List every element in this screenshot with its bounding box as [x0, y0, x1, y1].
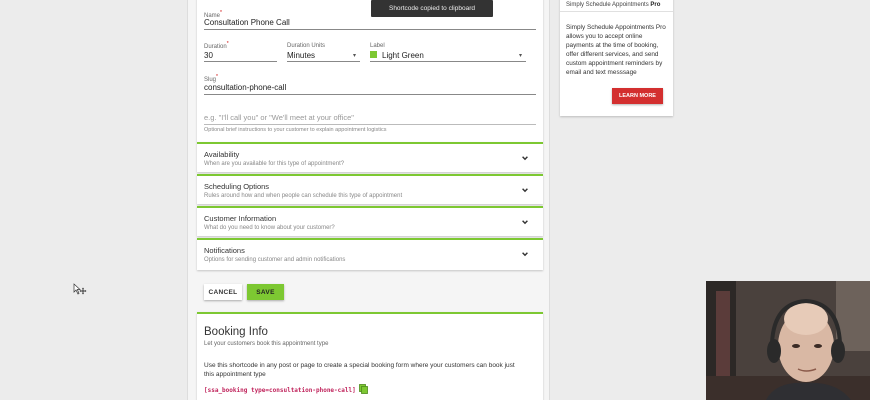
slug-underline — [204, 94, 536, 95]
accordion-subtitle: Rules around how and when people can sch… — [204, 193, 403, 199]
accordion-scheduling-options[interactable]: Scheduling Options Rules around how and … — [197, 174, 543, 204]
promo-body: Simply Schedule Appointments Pro allows … — [566, 24, 666, 76]
accordion-customer-information[interactable]: Customer Information What do you need to… — [197, 206, 543, 236]
duration-units-label: Duration Units — [287, 43, 326, 49]
promo-heading: Simply Schedule Appointments Pro — [566, 2, 661, 8]
webcam-overlay — [706, 281, 870, 400]
copy-icon[interactable] — [359, 384, 368, 394]
accordion-title: Availability — [204, 150, 240, 159]
chevron-down-icon[interactable] — [521, 154, 529, 162]
chevron-down-icon[interactable] — [521, 218, 529, 226]
accordion-subtitle: When are you available for this type of … — [204, 161, 345, 167]
booking-info-card: Booking Info Let your customers book thi… — [197, 312, 543, 400]
duration-units-select[interactable]: Minutes — [287, 51, 315, 60]
accordion-notifications[interactable]: Notifications Options for sending custom… — [197, 238, 543, 270]
accordion-title: Customer Information — [204, 214, 277, 223]
accordion-title: Scheduling Options — [204, 182, 270, 191]
pro-promo-card: Simply Schedule Appointments Pro Simply … — [560, 0, 673, 116]
accordion-title: Notifications — [204, 246, 245, 255]
duration-label: Duration* — [204, 41, 229, 50]
promo-divider — [560, 11, 673, 12]
booking-info-subtitle: Let your customers book this appointment… — [204, 341, 329, 347]
slug-input[interactable]: consultation-phone-call — [204, 83, 286, 92]
accordion-subtitle: What do you need to know about your cust… — [204, 225, 335, 231]
booking-info-title: Booking Info — [204, 326, 268, 338]
label-select[interactable]: Light Green — [382, 51, 424, 60]
name-underline — [204, 29, 536, 30]
toast-notification: Shortcode copied to clipboard — [371, 0, 493, 17]
learn-more-button[interactable]: LEARN MORE — [612, 88, 663, 104]
move-cursor-icon — [73, 283, 87, 295]
label-label: Label — [370, 43, 385, 49]
booking-info-description: Use this shortcode in any post or page t… — [204, 362, 515, 378]
chevron-down-icon[interactable]: ▾ — [519, 52, 522, 59]
appointment-type-form: Name* Consultation Phone Call Duration* … — [197, 0, 543, 142]
label-color-swatch — [370, 51, 377, 58]
instructions-input[interactable]: e.g. "I'll call you" or "We'll meet at y… — [204, 113, 354, 122]
name-input[interactable]: Consultation Phone Call — [204, 18, 290, 27]
instructions-underline — [204, 124, 536, 125]
booking-shortcode[interactable]: [ssa_booking type=consultation-phone-cal… — [204, 387, 356, 394]
instructions-hint: Optional brief instructions to your cust… — [204, 127, 387, 133]
duration-input[interactable]: 30 — [204, 51, 213, 60]
slug-label: Slug* — [204, 74, 218, 83]
chevron-down-icon[interactable] — [521, 186, 529, 194]
accordion-availability[interactable]: Availability When are you available for … — [197, 142, 543, 172]
left-background — [0, 0, 187, 400]
accordion-subtitle: Options for sending customer and admin n… — [204, 257, 346, 263]
chevron-down-icon[interactable] — [521, 250, 529, 258]
save-button[interactable]: SAVE — [247, 284, 284, 300]
label-underline — [370, 61, 526, 62]
duration-underline — [204, 61, 277, 62]
cancel-button[interactable]: CANCEL — [204, 284, 242, 300]
chevron-down-icon[interactable]: ▾ — [353, 52, 356, 59]
duration-units-underline — [287, 61, 360, 62]
